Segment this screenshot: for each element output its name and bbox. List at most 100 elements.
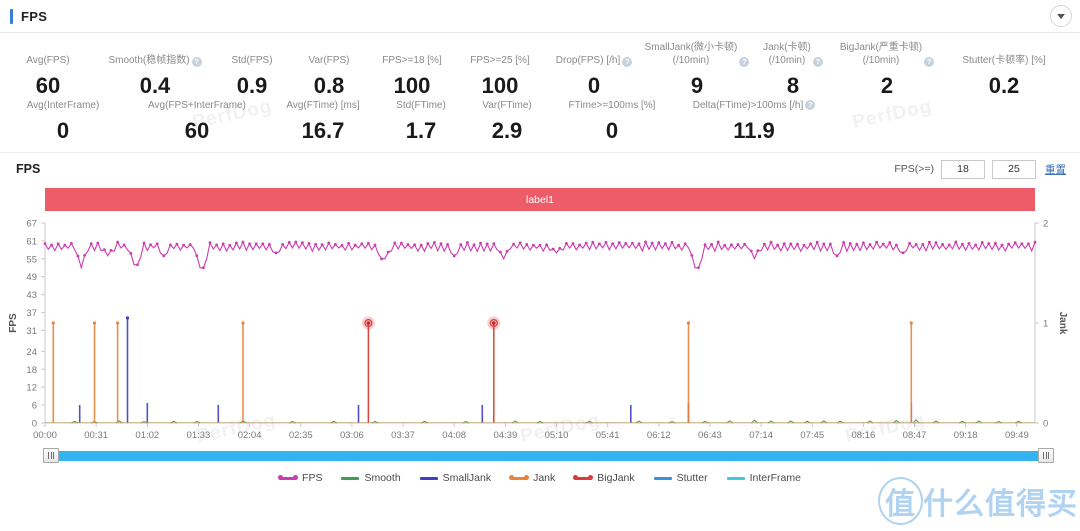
series-point-fps	[967, 241, 971, 245]
y-tick-label: 6	[32, 401, 37, 412]
series-point-fps	[776, 243, 779, 247]
series-point-fps	[50, 243, 53, 247]
series-point-fps	[749, 249, 753, 253]
metric-label: Std(FTime)	[396, 99, 446, 112]
series-point-fps	[116, 240, 119, 244]
series-point-fps	[439, 242, 443, 246]
y-tick-label: 18	[26, 365, 37, 376]
help-icon[interactable]: ?	[739, 57, 750, 67]
series-point-fps	[895, 243, 898, 247]
series-point-fps	[657, 241, 661, 245]
help-icon[interactable]: ?	[191, 57, 202, 67]
series-point-fps	[908, 241, 911, 245]
label-banner[interactable]: label1	[45, 188, 1035, 211]
chart-legend[interactable]: FPS Smooth SmallJank Jank BigJank Stutter Inte…	[0, 467, 1080, 489]
x-tick-label: 07:45	[800, 430, 824, 441]
bigjank-marker-dot[interactable]	[366, 321, 371, 325]
fps-threshold-label: FPS(>=)	[894, 163, 934, 175]
series-point-fps	[1000, 243, 1004, 247]
series-point-fps	[809, 242, 812, 246]
series-point-fps	[452, 254, 456, 258]
bigjank-marker-dot[interactable]	[492, 321, 496, 325]
series-point-fps	[287, 240, 291, 244]
legend-label: BigJank	[597, 472, 635, 484]
legend-item-smalljank[interactable]: SmallJank	[419, 472, 491, 484]
metrics-row-primary: Avg(FPS) 60 Smooth(稳帧指数)? 0.4 Std(FPS) 0.9 Var…	[0, 41, 1080, 99]
help-icon[interactable]: ?	[812, 57, 823, 67]
series-point-fps	[83, 254, 86, 257]
collapse-panel-button[interactable]	[1050, 5, 1072, 27]
legend-swatch-icon	[509, 475, 530, 480]
x-tick-label: 01:33	[187, 430, 211, 441]
series-point-fps	[914, 242, 918, 246]
series-point-fps	[380, 257, 383, 261]
page-title: FPS	[21, 8, 48, 24]
metric-label-text: BigJank(严重卡顿) (/10min)	[839, 42, 923, 66]
chart-title: FPS	[16, 162, 41, 176]
series-point-fps	[56, 242, 60, 246]
metric-delta-ftime-100ms-h: Delta(FTime)>100ms [/h]? 11.9	[674, 99, 834, 144]
series-point-fps	[235, 241, 238, 245]
series-point-fps	[393, 241, 397, 245]
y-tick-label: 61	[26, 236, 37, 247]
series-point-fps	[426, 242, 430, 245]
fps-threshold-low-input[interactable]	[941, 159, 985, 179]
metric-avg-fps-interframe: Avg(FPS+InterFrame) 60	[126, 99, 268, 144]
legend-item-smooth[interactable]: Smooth	[341, 472, 401, 484]
slider-track[interactable]	[45, 451, 1044, 461]
reset-button[interactable]: 重置	[1045, 162, 1066, 177]
y2-axis-title: Jank	[1057, 312, 1068, 335]
help-icon[interactable]: ?	[622, 57, 633, 67]
fps-plot-svg[interactable]: 0612182431374349556167012FPS Jank00:00 00:…	[0, 215, 1080, 447]
legend-swatch-icon	[726, 476, 745, 480]
series-point-fps	[268, 243, 271, 246]
series-point-fps	[848, 242, 852, 245]
legend-item-interframe[interactable]: InterFrame	[726, 472, 801, 484]
metric-label-text: Avg(FTime) [ms]	[286, 100, 360, 111]
x-tick-label: 01:02	[135, 430, 159, 441]
series-point-fps	[743, 242, 746, 246]
series-point-fps	[637, 242, 641, 246]
help-icon[interactable]: ?	[805, 100, 816, 110]
series-point-fps	[241, 240, 245, 244]
x-tick-label: 09:49	[1005, 430, 1029, 441]
metric-label: SmallJank(微小卡顿) (/10min)?	[645, 41, 750, 67]
series-point-fps	[360, 242, 364, 246]
series-point-fps	[703, 243, 707, 247]
y-tick-label: 0	[32, 419, 37, 430]
metric-value: 2.9	[491, 118, 523, 143]
series-point-fps	[149, 243, 153, 247]
legend-item-jank[interactable]: Jank	[509, 472, 555, 484]
metric-label: Avg(FPS)	[26, 41, 69, 67]
metric-value: 60	[184, 118, 210, 143]
metric-value: 16.7	[301, 118, 345, 143]
legend-item-stutter[interactable]: Stutter	[653, 472, 708, 484]
series-point-smalljank	[125, 316, 130, 320]
legend-item-fps[interactable]: FPS	[278, 472, 322, 484]
series-point-fps	[1027, 242, 1030, 246]
series-point-fps	[142, 241, 146, 245]
help-icon[interactable]: ?	[924, 57, 935, 67]
series-point-fps	[320, 243, 324, 247]
series-point-fps	[155, 242, 159, 246]
series-point-fps	[63, 243, 67, 247]
fps-threshold-high-input[interactable]	[992, 159, 1036, 179]
x-tick-label: 04:08	[442, 430, 466, 441]
fps-plot[interactable]: 0 6 12 18 24 31 37 43 49 55 61 67 0 1 2 FPS Jank 00:00 00:…	[0, 215, 1080, 447]
series-point-fps	[373, 243, 377, 247]
series-point-fps	[644, 240, 647, 244]
series-point-fps	[103, 248, 106, 252]
time-range-slider[interactable]	[43, 448, 1054, 464]
slider-handle-right[interactable]	[1038, 448, 1054, 463]
series-point-fps	[347, 241, 350, 245]
metric-value: 0.8	[313, 73, 345, 98]
series-point-fps	[664, 242, 667, 245]
metric-label: BigJank(严重卡顿) (/10min)?	[839, 41, 935, 67]
legend-item-bigjank[interactable]: BigJank	[573, 472, 635, 484]
series-point-fps	[406, 243, 410, 246]
slider-handle-left[interactable]	[43, 448, 59, 463]
series-point-fps	[129, 251, 133, 255]
series-point-fps	[525, 243, 529, 246]
series-point-fps	[994, 241, 997, 245]
series-point-fps	[901, 251, 905, 255]
